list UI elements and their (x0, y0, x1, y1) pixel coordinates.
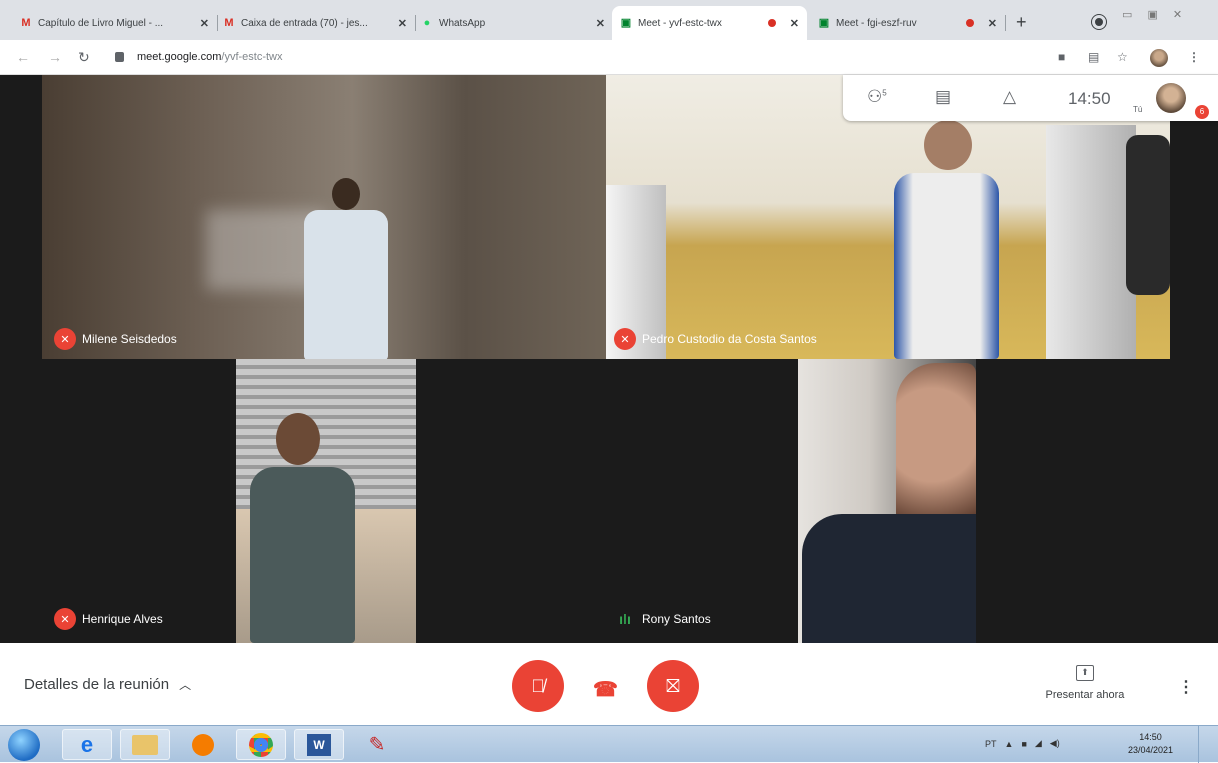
paint-icon[interactable]: ✎ (352, 729, 402, 760)
people-icon[interactable]: ⚇5 (867, 87, 887, 107)
self-avatar[interactable] (1156, 83, 1186, 113)
participant-name: Milene Seisdedos (82, 332, 177, 346)
lock-icon (115, 52, 124, 62)
avatar[interactable] (1150, 49, 1168, 67)
address-bar: ← → ↻ meet.google.com/yvf-estc-twx ■ ▤ ☆… (0, 40, 1218, 75)
browser-tab-bar: M Capítulo de Livro Miguel - ... ✕ M Cai… (0, 0, 1218, 40)
recording-icon (965, 19, 974, 27)
person-body (894, 173, 999, 359)
meet-icon: ▣ (620, 17, 632, 29)
close-icon[interactable]: ✕ (596, 17, 605, 30)
tab-title: Meet - fgi-eszf-ruv (836, 17, 917, 29)
volume-icon[interactable]: ◀) (1050, 738, 1060, 749)
forward-arrow-icon[interactable]: → (48, 49, 62, 65)
clock-time: 14:50 (1139, 732, 1162, 742)
meeting-time: 14:50 (1068, 89, 1111, 108)
chevron-up-icon[interactable]: ▲ (1005, 739, 1014, 749)
camera-icon[interactable]: ■ (1058, 50, 1065, 64)
clock-date: 23/04/2021 (1128, 745, 1174, 755)
show-desktop-button[interactable] (1198, 726, 1218, 763)
tab-title: Meet - yvf-estc-twx (638, 17, 722, 29)
gmail-icon: M (224, 17, 234, 29)
meet-controls-bar: Detalles de la reunión ︿ 🎙̸ ☎ ⛝ ⬆ Presen… (0, 643, 1218, 725)
close-icon[interactable]: ✕ (790, 17, 799, 30)
person-head (924, 120, 972, 170)
more-options-icon[interactable]: ⋮ (1178, 677, 1194, 697)
gmail-icon: M (21, 17, 31, 29)
tab-gmail-capitulo[interactable]: M Capítulo de Livro Miguel - ... ✕ (12, 8, 218, 38)
profile-icon[interactable] (1092, 15, 1106, 29)
explorer-icon[interactable] (120, 729, 170, 760)
language-indicator[interactable]: PT (985, 739, 997, 749)
participant-name: Pedro Custodio da Costa Santos (642, 332, 817, 346)
tab-title: Caixa de entrada (70) - jes... (241, 17, 368, 29)
tab-gmail-inbox[interactable]: M Caixa de entrada (70) - jes... ✕ (215, 8, 416, 38)
person-head (332, 178, 360, 210)
reload-icon[interactable]: ↻ (78, 49, 90, 66)
video-tile-henrique[interactable]: ✕ Henrique Alves (42, 359, 416, 643)
url-path: /yvf-estc-twx (221, 51, 283, 63)
you-label: Tú (1133, 105, 1143, 114)
present-now-label: Presentar ahora (1045, 689, 1125, 701)
person-body (802, 514, 976, 643)
mic-off-icon: ✕ (54, 328, 76, 350)
start-button[interactable] (8, 729, 40, 761)
present-icon: ⬆ (1076, 665, 1094, 681)
mic-off-icon: 🎙̸ (531, 675, 545, 696)
present-now-button[interactable]: ⬆ Presentar ahora (1030, 665, 1140, 701)
close-icon[interactable]: ✕ (398, 17, 407, 30)
star-icon[interactable]: ☆ (1117, 50, 1128, 64)
notification-badge: 6 (1195, 105, 1209, 119)
url-domain: meet.google.com (137, 51, 222, 63)
video-tile-milene[interactable]: ✕ Milene Seisdedos (42, 75, 606, 359)
close-icon[interactable]: ✕ (200, 17, 209, 30)
close-icon[interactable]: ✕ (988, 17, 997, 30)
whatsapp-icon: ● (423, 17, 431, 29)
participant-name: Rony Santos (642, 612, 711, 626)
person-body (304, 210, 388, 359)
mic-off-icon: ✕ (54, 608, 76, 630)
tab-title: WhatsApp (439, 17, 486, 29)
chrome-icon[interactable] (236, 729, 286, 760)
system-tray: PT ▲ ■ ◢ ◀) (985, 738, 1060, 749)
os-taskbar: e W ✎ PT ▲ ■ ◢ ◀) 14:50 23/04/2021 (0, 725, 1218, 763)
chat-icon[interactable]: ▤ (935, 87, 951, 107)
participant-name: Henrique Alves (82, 612, 163, 626)
security-icon[interactable]: ■ (1021, 739, 1026, 749)
recording-icon (767, 19, 776, 27)
back-arrow-icon[interactable]: ← (16, 49, 30, 65)
ie-icon[interactable]: e (62, 729, 112, 760)
translate-icon[interactable]: ▤ (1088, 50, 1099, 64)
person-head (276, 413, 320, 465)
meet-top-bar: ⚇5 ▤ △ 14:50 Tú 6 (843, 75, 1218, 121)
camera-toggle-button[interactable]: ⛝ (647, 660, 699, 712)
url-field[interactable]: meet.google.com/yvf-estc-twx (137, 51, 283, 63)
mic-toggle-button[interactable]: 🎙̸ (512, 660, 564, 712)
meeting-details-label: Detalles de la reunión (24, 676, 170, 693)
person-body (250, 467, 355, 643)
hang-up-button[interactable]: ☎ (593, 677, 618, 702)
speaking-icon: ıǀı (619, 611, 631, 627)
activities-icon[interactable]: △ (1003, 87, 1016, 107)
network-icon[interactable]: ◢ (1035, 738, 1042, 749)
tab-meet-yvf[interactable]: ▣ Meet - yvf-estc-twx ✕ (612, 6, 807, 40)
mic-off-icon: ✕ (614, 328, 636, 350)
word-icon[interactable]: W (294, 729, 344, 760)
tab-title: Capítulo de Livro Miguel - ... (38, 17, 164, 29)
tab-whatsapp[interactable]: ● WhatsApp ✕ (413, 8, 613, 38)
menu-icon[interactable]: ⋮ (1188, 50, 1200, 64)
video-tile-rony[interactable]: ıǀı Rony Santos (606, 359, 1170, 643)
camera-off-icon: ⛝ (666, 675, 680, 696)
meeting-details-button[interactable]: Detalles de la reunión ︿ (24, 676, 191, 693)
new-tab-button[interactable]: + (1016, 12, 1027, 33)
window-controls[interactable]: ▭ ▣ ✕ (1122, 8, 1188, 21)
media-player-icon[interactable] (178, 729, 228, 760)
people-count: 5 (882, 88, 887, 98)
tab-meet-fgi[interactable]: ▣ Meet - fgi-eszf-ruv ✕ (810, 8, 1006, 38)
meet-icon: ▣ (818, 17, 830, 29)
video-stage: ✕ Milene Seisdedos ✕ Pedro Custodio da C… (0, 75, 1218, 643)
system-clock[interactable]: 14:50 23/04/2021 (1128, 731, 1173, 757)
chevron-up-icon: ︿ (179, 678, 192, 692)
